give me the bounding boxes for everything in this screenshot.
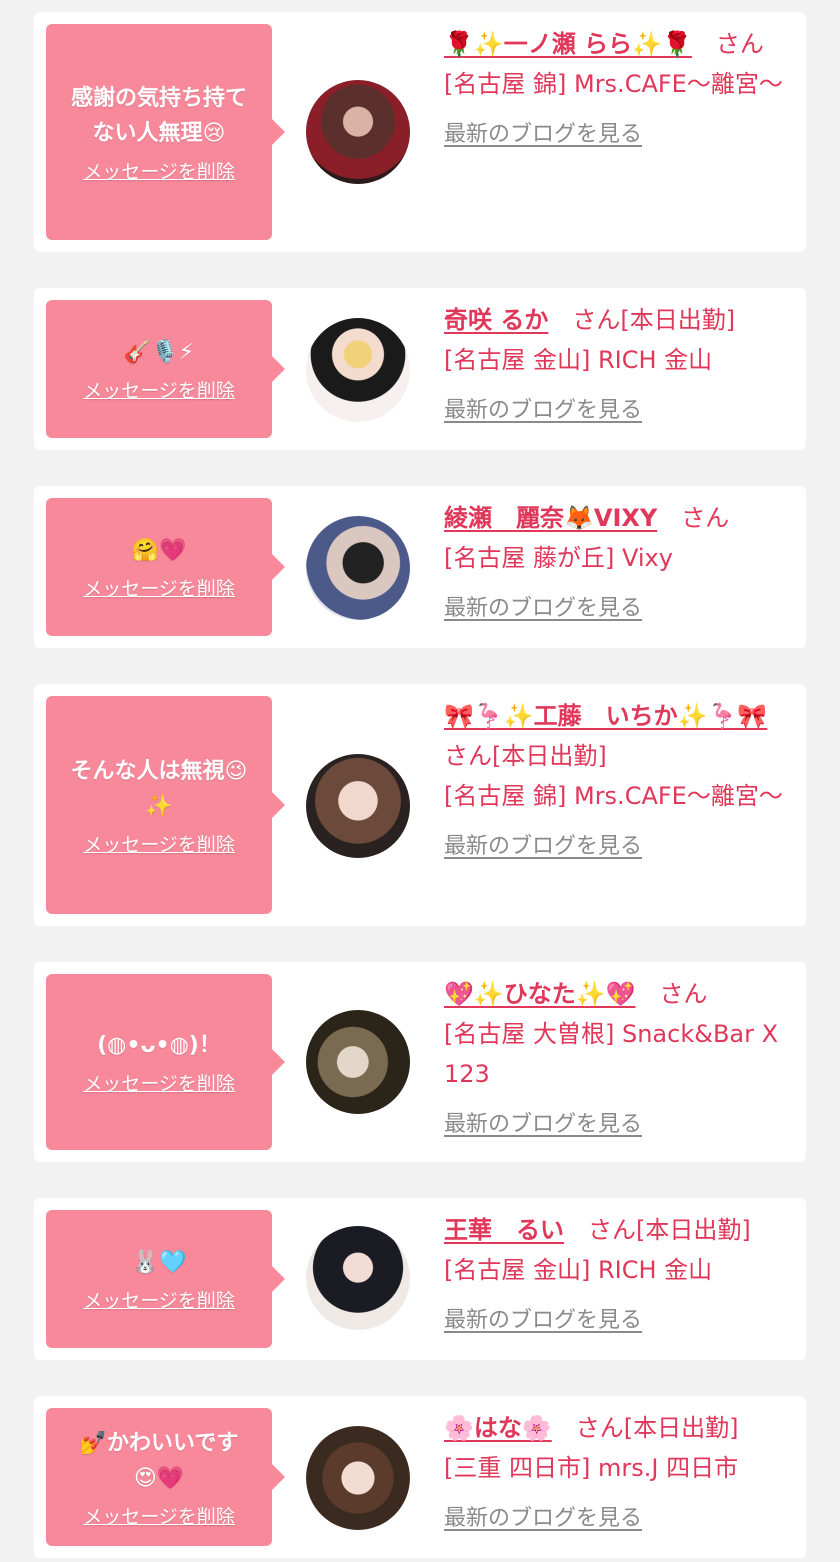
message-bubble: 🐰🩵 メッセージを削除 [46, 1210, 285, 1348]
cast-name-link[interactable]: 💖✨ひなた✨💖 [444, 980, 636, 1008]
blog-link[interactable]: 最新のブログを見る [444, 590, 642, 622]
blog-link[interactable]: 最新のブログを見る [444, 116, 642, 148]
blog-link[interactable]: 最新のブログを見る [444, 1500, 642, 1532]
blog-link[interactable]: 最新のブログを見る [444, 828, 642, 860]
message-text: (◍•ᴗ•◍)！ [97, 1033, 221, 1058]
message-text: 🎸🎙️⚡ [123, 340, 195, 365]
cast-name-link[interactable]: 🌹✨一ノ瀬 らら✨🌹 [444, 30, 692, 58]
delete-message-link[interactable]: メッセージを削除 [83, 574, 235, 601]
blog-link[interactable]: 最新のブログを見る [444, 1106, 642, 1138]
message-bubble: そんな人は無視😉 ✨ メッセージを削除 [46, 696, 285, 914]
honorific: さん[本日出勤] [575, 1414, 739, 1442]
message-text: 🐰🩵 [131, 1250, 187, 1275]
message-card: (◍•ᴗ•◍)！ メッセージを削除 💖✨ひなた✨💖 さん [名古屋 大曽根] S… [34, 962, 806, 1162]
message-card: 🐰🩵 メッセージを削除 王華 るい さん[本日出勤] [名古屋 金山] RICH… [34, 1198, 806, 1360]
cast-name-link[interactable]: 🎀🦩✨工藤 いちか✨🦩🎀 [444, 702, 767, 730]
message-text: 感謝の気持ち持て ない人無理😢 [70, 85, 247, 146]
message-card: 感謝の気持ち持て ない人無理😢 メッセージを削除 🌹✨一ノ瀬 らら✨🌹 さん [… [34, 12, 806, 252]
honorific: さん[本日出勤] [588, 1216, 751, 1244]
blog-link[interactable]: 最新のブログを見る [444, 392, 642, 424]
avatar[interactable] [306, 318, 410, 422]
avatar[interactable] [306, 1226, 410, 1330]
shop-name: [名古屋 錦] Mrs.CAFE〜離宮〜 [444, 782, 783, 810]
honorific: さん[本日出勤] [572, 306, 736, 334]
message-card: 💅かわいいです 😍💗 メッセージを削除 🌸はな🌸 さん[本日出勤] [三重 四日… [34, 1396, 806, 1558]
cast-name-link[interactable]: 🌸はな🌸 [444, 1414, 552, 1442]
message-card: 🎸🎙️⚡ メッセージを削除 奇咲 るか さん[本日出勤] [名古屋 金山] RI… [34, 288, 806, 450]
message-bubble: 💅かわいいです 😍💗 メッセージを削除 [46, 1408, 285, 1546]
honorific: さん[本日出勤] [444, 742, 607, 770]
shop-name: [名古屋 藤が丘] Vixy [444, 544, 673, 572]
avatar[interactable] [306, 516, 410, 620]
honorific: さん [681, 504, 730, 532]
message-text: 🤗💗 [131, 538, 187, 563]
cast-info: 王華 るい さん[本日出勤] [名古屋 金山] RICH 金山 最新のブログを見… [444, 1210, 794, 1334]
cast-info: 🎀🦩✨工藤 いちか✨🦩🎀 さん[本日出勤] [名古屋 錦] Mrs.CAFE〜離… [444, 696, 794, 860]
message-text: そんな人は無視😉 ✨ [70, 758, 248, 819]
cast-name-link[interactable]: 王華 るい [444, 1216, 564, 1244]
delete-message-link[interactable]: メッセージを削除 [83, 157, 235, 184]
cast-info: 💖✨ひなた✨💖 さん [名古屋 大曽根] Snack&Bar X 123 最新の… [444, 974, 794, 1138]
honorific: さん [715, 30, 764, 58]
honorific: さん [659, 980, 708, 1008]
shop-name: [名古屋 大曽根] Snack&Bar X 123 [444, 1020, 779, 1088]
message-bubble: 🤗💗 メッセージを削除 [46, 498, 285, 636]
cast-name-link[interactable]: 綾瀬 麗奈🦊VIXY [444, 504, 657, 532]
blog-link[interactable]: 最新のブログを見る [444, 1302, 642, 1334]
avatar[interactable] [306, 754, 410, 858]
message-card: そんな人は無視😉 ✨ メッセージを削除 🎀🦩✨工藤 いちか✨🦩🎀 さん[本日出勤… [34, 684, 806, 926]
avatar[interactable] [306, 80, 410, 184]
delete-message-link[interactable]: メッセージを削除 [83, 376, 235, 403]
shop-name: [名古屋 錦] Mrs.CAFE〜離宮〜 [444, 70, 783, 98]
message-card: 🤗💗 メッセージを削除 綾瀬 麗奈🦊VIXY さん [名古屋 藤が丘] Vixy… [34, 486, 806, 648]
message-bubble: 🎸🎙️⚡ メッセージを削除 [46, 300, 285, 438]
cast-info: 綾瀬 麗奈🦊VIXY さん [名古屋 藤が丘] Vixy 最新のブログを見る [444, 498, 794, 622]
delete-message-link[interactable]: メッセージを削除 [83, 1502, 235, 1529]
shop-name: [名古屋 金山] RICH 金山 [444, 346, 713, 374]
delete-message-link[interactable]: メッセージを削除 [83, 1286, 235, 1313]
delete-message-link[interactable]: メッセージを削除 [83, 1069, 235, 1096]
message-text: 💅かわいいです 😍💗 [79, 1430, 239, 1491]
cast-info: 奇咲 るか さん[本日出勤] [名古屋 金山] RICH 金山 最新のブログを見… [444, 300, 794, 424]
shop-name: [三重 四日市] mrs.J 四日市 [444, 1454, 739, 1482]
shop-name: [名古屋 金山] RICH 金山 [444, 1256, 713, 1284]
avatar[interactable] [306, 1426, 410, 1530]
message-bubble: (◍•ᴗ•◍)！ メッセージを削除 [46, 974, 285, 1150]
delete-message-link[interactable]: メッセージを削除 [83, 830, 235, 857]
cast-info: 🌹✨一ノ瀬 らら✨🌹 さん [名古屋 錦] Mrs.CAFE〜離宮〜 最新のブロ… [444, 24, 794, 148]
cast-info: 🌸はな🌸 さん[本日出勤] [三重 四日市] mrs.J 四日市 最新のブログを… [444, 1408, 794, 1532]
message-bubble: 感謝の気持ち持て ない人無理😢 メッセージを削除 [46, 24, 285, 240]
cast-name-link[interactable]: 奇咲 るか [444, 306, 548, 334]
avatar[interactable] [306, 1010, 410, 1114]
